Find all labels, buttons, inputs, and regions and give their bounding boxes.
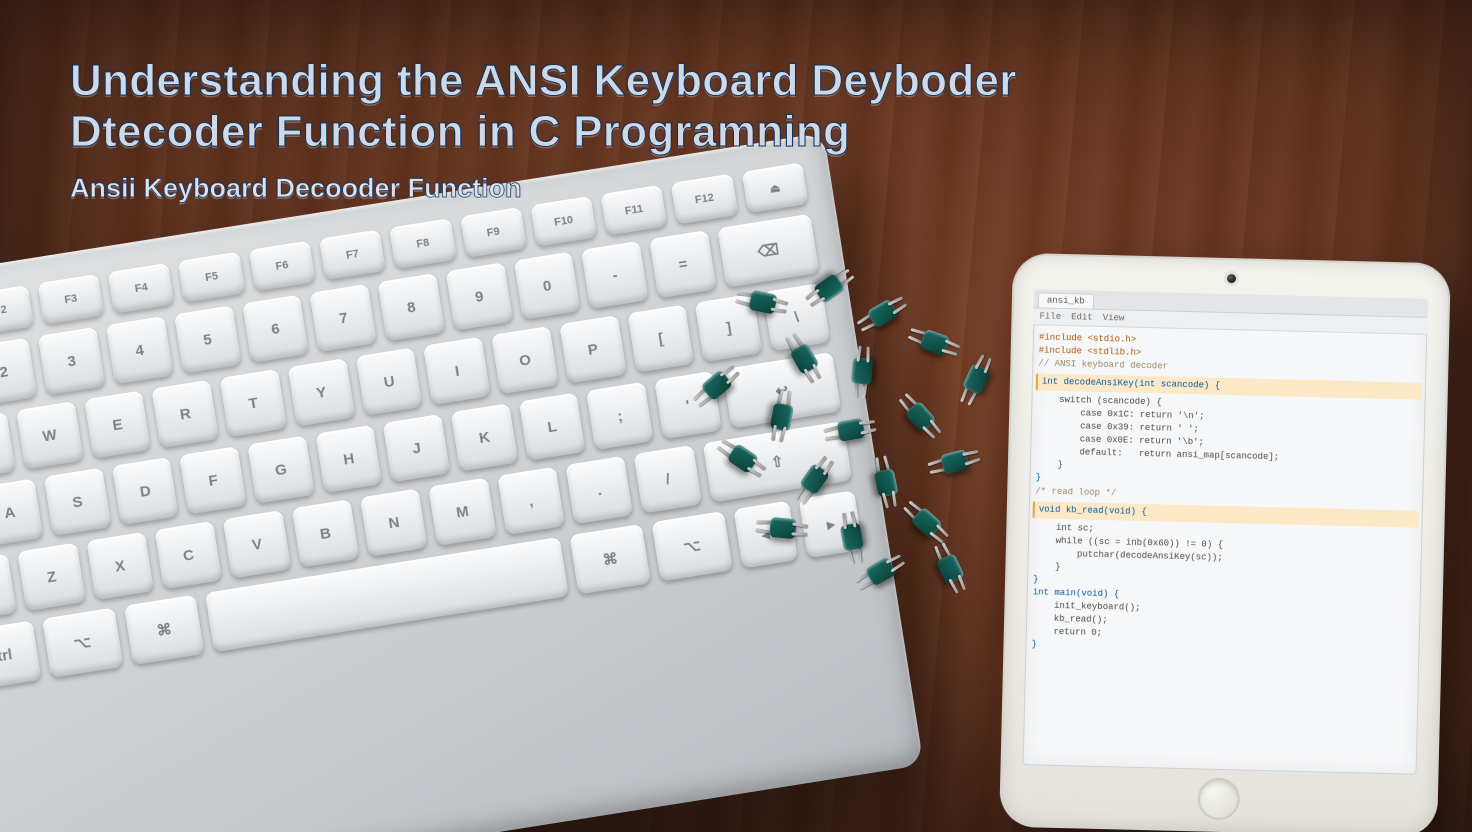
code-editor: #include <stdio.h>#include <stdlib.h>// …: [1025, 325, 1427, 669]
key: F7: [319, 229, 386, 280]
key: P: [559, 315, 626, 383]
key: R: [152, 380, 219, 448]
key: ctrl: [0, 620, 41, 691]
key: 4: [106, 316, 173, 384]
key: Z: [18, 543, 86, 612]
key: 6: [242, 295, 309, 363]
key: ,: [497, 467, 565, 536]
scene: Understanding the ANSI Keyboard Deyboder…: [0, 0, 1472, 832]
key: J: [383, 414, 450, 482]
key: ⌫: [717, 214, 819, 288]
key: F6: [249, 240, 316, 291]
capacitor-icon: [857, 293, 907, 336]
key: V: [223, 510, 291, 579]
tablet: ansi_kb File Edit View #include <stdio.h>#…: [999, 253, 1451, 832]
key: ]: [695, 294, 762, 362]
key: I: [423, 337, 490, 405]
title-main: Understanding the ANSI Keyboard Deyboder…: [70, 56, 1017, 157]
capacitor-icon: [902, 498, 951, 545]
key: 0: [513, 251, 580, 319]
key: A: [0, 478, 43, 546]
editor-tab: ansi_kb: [1038, 292, 1094, 308]
key: ▸: [798, 490, 863, 558]
key: Y: [288, 358, 355, 426]
menu-item: File: [1039, 311, 1061, 322]
key: L: [519, 392, 586, 460]
key: N: [360, 488, 428, 557]
menu-item: Edit: [1071, 312, 1093, 323]
key: ⌥: [651, 511, 732, 582]
key: .: [565, 456, 633, 525]
title-line1: Understanding the ANSI Keyboard Deyboder: [70, 56, 1017, 105]
key: Q: [0, 412, 15, 480]
key: G: [247, 435, 314, 503]
key: F2: [0, 285, 34, 336]
keyboard: EscF1F2F3F4F5F6F7F8F9F10F11F12⏏`12345678…: [0, 133, 924, 832]
key: F8: [389, 218, 456, 269]
tablet-screen: ansi_kb File Edit View #include <stdio.h>#…: [1023, 289, 1429, 774]
key: 2: [0, 338, 37, 406]
key: ⇧: [702, 421, 852, 503]
key: M: [428, 477, 496, 546]
key: U: [355, 347, 422, 415]
capacitor-icon: [909, 323, 959, 361]
key: ;: [586, 382, 653, 450]
key: ': [654, 371, 721, 439]
capacitor-icon: [930, 543, 970, 593]
key: C: [155, 521, 223, 590]
key: B: [291, 499, 359, 568]
key: ⌘: [570, 524, 651, 595]
key: =: [649, 230, 716, 298]
key: E: [84, 390, 151, 458]
key: ◂: [733, 501, 798, 569]
key: 7: [310, 284, 377, 352]
title-sub: Ansii Keyboard Decooder Function: [70, 173, 1017, 204]
key: 8: [378, 273, 445, 341]
key: 3: [38, 327, 105, 395]
capacitor-icon: [896, 392, 943, 441]
key: /: [634, 445, 702, 514]
key: ⌥: [42, 607, 123, 678]
key: T: [220, 369, 287, 437]
key: 5: [174, 305, 241, 373]
key: F: [180, 446, 247, 514]
key: F9: [460, 207, 527, 258]
title-line2: Dtecoder Function in C Programning: [70, 107, 850, 156]
key: D: [112, 457, 179, 525]
key: K: [451, 403, 518, 471]
key: F4: [108, 263, 175, 314]
key: H: [315, 425, 382, 493]
key: S: [44, 468, 111, 536]
key: -: [581, 241, 648, 309]
menu-item: View: [1103, 313, 1125, 324]
key: 9: [445, 262, 512, 330]
key: ↩: [722, 352, 841, 429]
key: [: [627, 304, 694, 372]
keyboard-body: EscF1F2F3F4F5F6F7F8F9F10F11F12⏏`12345678…: [0, 133, 924, 832]
capacitor-icon: [956, 355, 996, 405]
key: ⌘: [124, 595, 205, 666]
key: F3: [37, 274, 104, 325]
keyboard-rows: EscF1F2F3F4F5F6F7F8F9F10F11F12⏏`12345678…: [0, 162, 863, 704]
key: \: [763, 283, 830, 351]
key: O: [491, 326, 558, 394]
key: X: [86, 532, 154, 601]
capacitor-icon: [930, 445, 979, 480]
title-block: Understanding the ANSI Keyboard Deyboder…: [70, 56, 1017, 204]
key: F5: [178, 252, 245, 303]
key: W: [16, 401, 83, 469]
